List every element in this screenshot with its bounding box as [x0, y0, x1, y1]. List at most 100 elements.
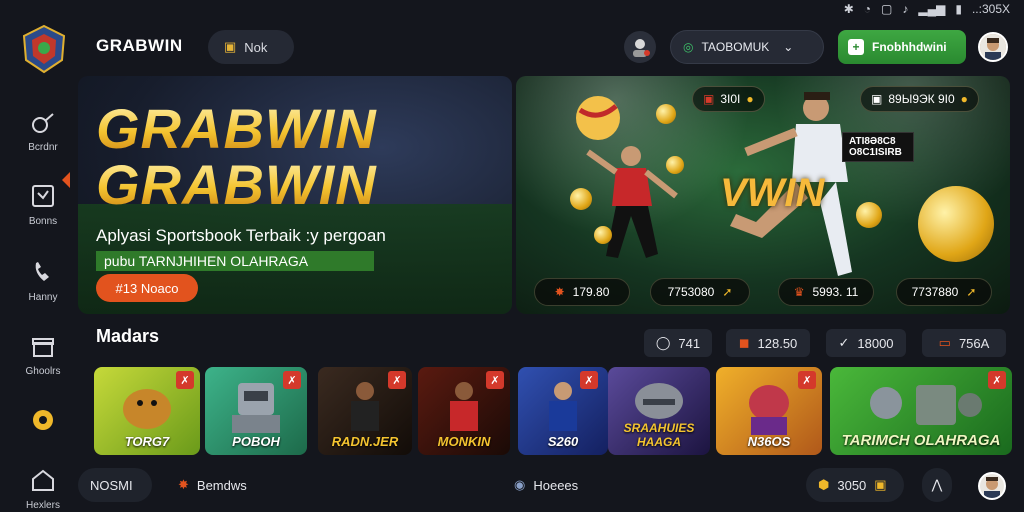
share-icon: ⋀	[931, 477, 943, 492]
bottom-item-left-label: Bemdws	[196, 477, 247, 493]
game-card-3[interactable]: ✗ RADN.JER	[318, 367, 412, 455]
arrow-icon: ➚	[966, 285, 977, 299]
game-card-2[interactable]: ✗ POBOH	[205, 367, 307, 455]
player-icon	[450, 382, 478, 431]
globe-icon: ◉	[514, 477, 526, 492]
crown-icon: ♛	[793, 285, 805, 299]
hot-badge-icon: ✗	[388, 371, 406, 389]
status-bar: ✱ ◔ ▢ ♪ ▂▄▆ ▮ ..:305X	[764, 0, 1024, 18]
promo-odds-chip-1[interactable]: ✸ 179.80	[534, 278, 630, 306]
share-button[interactable]: ⋀	[922, 468, 952, 502]
hot-badge-icon: ✗	[988, 371, 1006, 389]
hero-title-2: GRABWIN	[96, 153, 377, 216]
stat-value: 756A	[958, 335, 990, 351]
game-card-label: POBOH	[232, 434, 280, 449]
bluetooth-icon: ✱	[843, 2, 854, 16]
arrow-icon: ➚	[722, 285, 733, 299]
whistle-icon	[29, 108, 57, 136]
board-icon	[29, 182, 57, 210]
mascot-icon	[749, 385, 789, 435]
game-card-label: TARIMCH OLAHRAGA	[841, 432, 1001, 449]
tiger-mascot-icon	[123, 389, 171, 429]
promo-banner[interactable]: ▣ 3I0I ● ▣ 89Ы9ЭК 9I0 ● ATI8Ə8C8 O8C1ISI…	[516, 76, 1010, 314]
game-card-label: TORG7	[124, 434, 170, 449]
game-card-4[interactable]: ✗ MONKIN	[418, 367, 510, 455]
bottom-bar: NOSMI ✸ Bemdws ◉ Hoeees ⬢ 3050 ▣ ⋀	[0, 464, 1024, 508]
search-pill[interactable]: ◎ TAOBOMUK ⌄	[670, 30, 824, 64]
game-card-label: SRAAHUIES HAAGA	[623, 421, 695, 449]
promo-chip-right[interactable]: ▣ 89Ы9ЭК 9I0 ●	[860, 86, 979, 112]
basket-icon: ◼	[738, 335, 750, 350]
active-indicator-icon	[62, 172, 70, 188]
wallet-pill[interactable]: ▣ Nok	[208, 30, 294, 64]
sidebar-item-3[interactable]: Hanny	[0, 258, 86, 303]
gear-icon	[29, 406, 57, 434]
bottom-item-left[interactable]: ✸ Bemdws	[166, 468, 276, 502]
game-card-1[interactable]: ✗ TORG7	[94, 367, 200, 455]
sidebar-item-4[interactable]: Ghoolrs	[0, 332, 86, 377]
sidebar-item-label: Bonns	[28, 216, 58, 227]
robots-icon	[870, 385, 982, 425]
hero-banner[interactable]: GRABWIN GRABWIN Aplyasi Sportsbook Terba…	[78, 76, 512, 314]
chevron-down-icon: ⌄	[783, 40, 794, 54]
stat-value: 741	[678, 335, 701, 351]
stat-value: 128.50	[757, 335, 798, 351]
flame-icon: ✸	[178, 477, 189, 492]
sidebar-item-label: Bcrdnr	[28, 142, 58, 153]
coin-icon	[594, 226, 612, 244]
promo-odds-chip-4[interactable]: 7737880 ➚	[896, 278, 992, 306]
coin-icon	[856, 202, 882, 228]
gift-icon	[29, 332, 57, 360]
promo-label-box: ATI8Ə8C8 O8C1ISIRB	[842, 132, 914, 162]
user-icon	[633, 39, 650, 57]
hero-cta-button[interactable]: #13 Noaco	[96, 274, 198, 302]
bottom-item-center[interactable]: ◉ Hoeees	[502, 468, 612, 502]
hot-badge-icon: ✗	[798, 371, 816, 389]
notification-avatar[interactable]	[624, 31, 656, 63]
bottom-profile-avatar[interactable]	[978, 472, 1006, 500]
brand-logo-icon[interactable]	[22, 24, 66, 74]
odds-value: 7737880	[911, 285, 959, 299]
promo-odds-chip-3[interactable]: ♛ 5993. 11	[778, 278, 874, 306]
coin-icon: ⬢	[818, 477, 830, 492]
check-icon: ✓	[838, 335, 850, 350]
hot-badge-icon: ✗	[486, 371, 504, 389]
game-card-5[interactable]: ✗ S260	[518, 367, 608, 455]
hot-badge-icon: ✗	[176, 371, 194, 389]
sidebar-item-label: Ghoolrs	[25, 366, 61, 377]
stat-chip-1[interactable]: ◯ 741	[644, 329, 712, 357]
game-card-7[interactable]: ✗ N36OS	[716, 367, 822, 455]
flame-icon: ✸	[554, 285, 565, 299]
game-card-8[interactable]: ✗ TARIMCH OLAHRAGA	[830, 367, 1012, 455]
promo-odds-chip-2[interactable]: 7753080 ➚	[650, 278, 750, 306]
hot-badge-icon: ✗	[580, 371, 598, 389]
stat-chip-3[interactable]: ✓ 18000	[826, 329, 906, 357]
stat-chip-2[interactable]: ◼ 128.50	[726, 329, 810, 357]
chat-icon: ◯	[655, 335, 671, 350]
section-title: Madars	[96, 326, 160, 346]
sidebar-item-label: Hanny	[28, 292, 58, 303]
bottom-pill-left-label: NOSMI	[90, 477, 133, 493]
game-card-label: S260	[547, 434, 579, 449]
search-pill-text: TAOBOMUK	[701, 40, 770, 54]
green-action-button[interactable]: + Fnobhhdwini	[838, 30, 966, 64]
sidebar-item-1[interactable]: Bcrdnr	[0, 108, 86, 153]
odds-value: 5993. 11	[812, 285, 859, 299]
profile-avatar[interactable]	[978, 32, 1008, 62]
sidebar-item-2[interactable]: Bonns	[0, 182, 86, 227]
coin-icon: ▣	[874, 477, 887, 492]
coin-balance-pill[interactable]: ⬢ 3050 ▣	[806, 468, 904, 502]
bottom-pill-left[interactable]: NOSMI	[78, 468, 152, 502]
hero-subtitle: Aplyasi Sportsbook Terbaik :y pergoan	[96, 226, 386, 245]
coin-icon	[656, 104, 676, 124]
game-card-6[interactable]: SRAAHUIES HAAGA	[608, 367, 710, 455]
sidebar-item-5[interactable]	[0, 406, 86, 434]
top-bar: GRABWIN ▣ Nok ◎ TAOBOMUK ⌄ + Fnobhhdwini	[0, 22, 1024, 74]
stat-chip-4[interactable]: ▭ 756A	[922, 329, 1006, 357]
coin-icon	[570, 188, 592, 210]
hot-badge-icon: ✗	[283, 371, 301, 389]
odds-value: 7753080	[667, 285, 715, 299]
game-card-label: RADN.JER	[331, 434, 399, 449]
sidebar: Bcrdnr Bonns Hanny Ghoolrs Hexlers	[0, 90, 80, 512]
ticket-icon: ▭	[938, 335, 951, 350]
